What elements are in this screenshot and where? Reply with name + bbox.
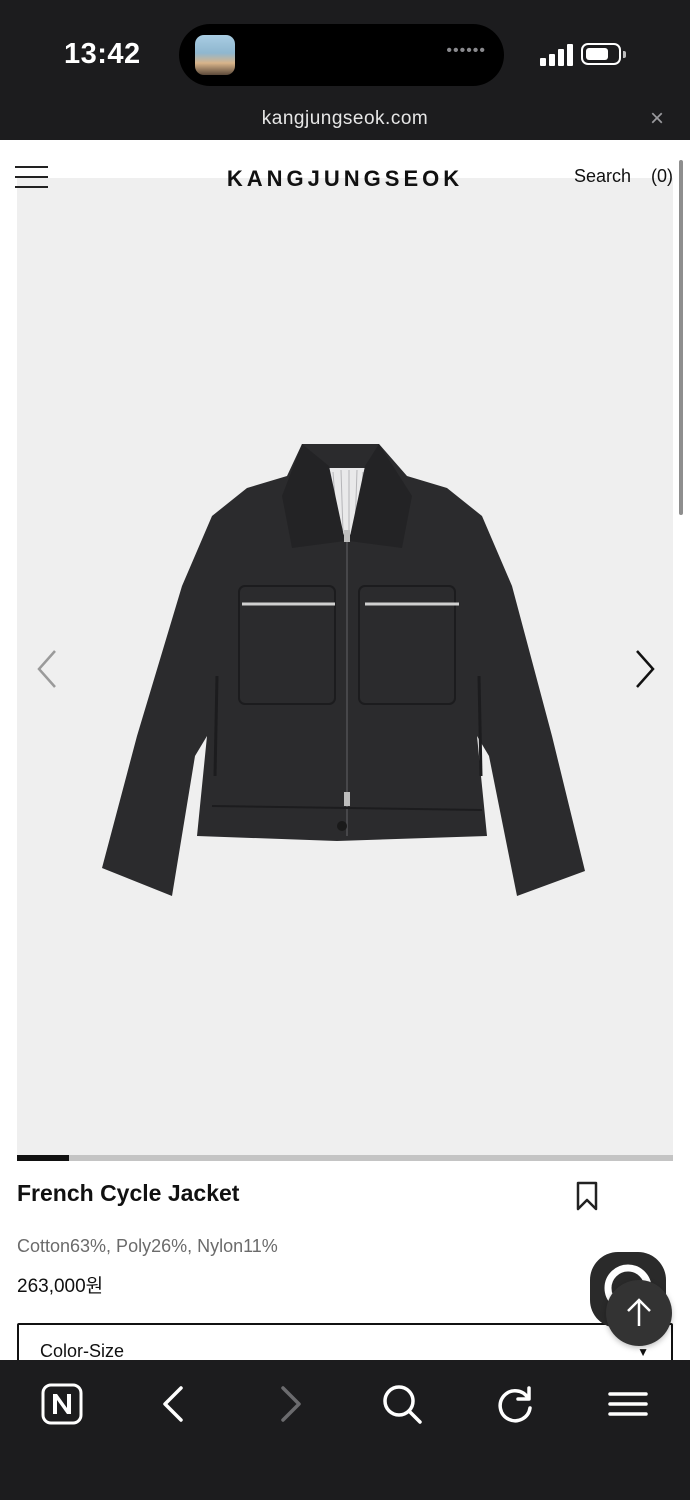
back-icon[interactable] [151, 1380, 199, 1428]
gallery-progress-bar [17, 1155, 673, 1161]
web-page: KANGJUNGSEOK Search (0) French Cycle Jac… [0, 140, 690, 1360]
product-image-gallery[interactable] [17, 178, 673, 1155]
browser-toolbar [0, 1360, 690, 1500]
music-thumbnail-icon[interactable] [195, 35, 235, 75]
signal-icon [540, 44, 574, 66]
page-scrollbar[interactable] [679, 160, 683, 515]
color-size-select[interactable]: Color-Size ▼ [17, 1323, 673, 1360]
island-dots: •••••• [446, 42, 486, 59]
site-header: KANGJUNGSEOK Search (0) [0, 140, 690, 191]
product-price: 263,000원 [17, 1276, 104, 1297]
menu-icon[interactable] [604, 1380, 652, 1428]
select-label: Color-Size [40, 1341, 125, 1360]
product-composition: Cotton63%, Poly26%, Nylon11% [17, 1236, 278, 1256]
dynamic-island[interactable]: •••••• [179, 24, 504, 86]
search-icon[interactable] [378, 1380, 426, 1428]
cart-count-link[interactable]: (0) [651, 166, 673, 187]
search-link[interactable]: Search [574, 166, 631, 187]
reload-icon[interactable] [491, 1380, 539, 1428]
naver-home-icon[interactable] [38, 1380, 86, 1428]
status-time: 13:42 [64, 38, 141, 70]
gallery-prev-arrow-icon[interactable] [35, 648, 59, 690]
close-icon[interactable]: × [650, 105, 664, 133]
url-text[interactable]: kangjungseok.com [0, 108, 690, 130]
chevron-down-icon: ▼ [637, 1345, 649, 1359]
jacket-image [102, 444, 585, 896]
status-bar: 13:42 •••••• [0, 0, 690, 100]
scroll-to-top-button[interactable] [606, 1280, 672, 1346]
gallery-next-arrow-icon[interactable] [633, 648, 657, 690]
bookmark-icon[interactable] [576, 1181, 598, 1211]
battery-icon [581, 43, 621, 65]
battery-nub [623, 51, 626, 58]
url-bar[interactable]: kangjungseok.com × [0, 100, 690, 140]
arrow-up-icon [627, 1298, 651, 1326]
product-title: French Cycle Jacket [17, 1180, 240, 1206]
forward-icon[interactable] [265, 1380, 313, 1428]
gallery-progress-fill [17, 1155, 70, 1161]
